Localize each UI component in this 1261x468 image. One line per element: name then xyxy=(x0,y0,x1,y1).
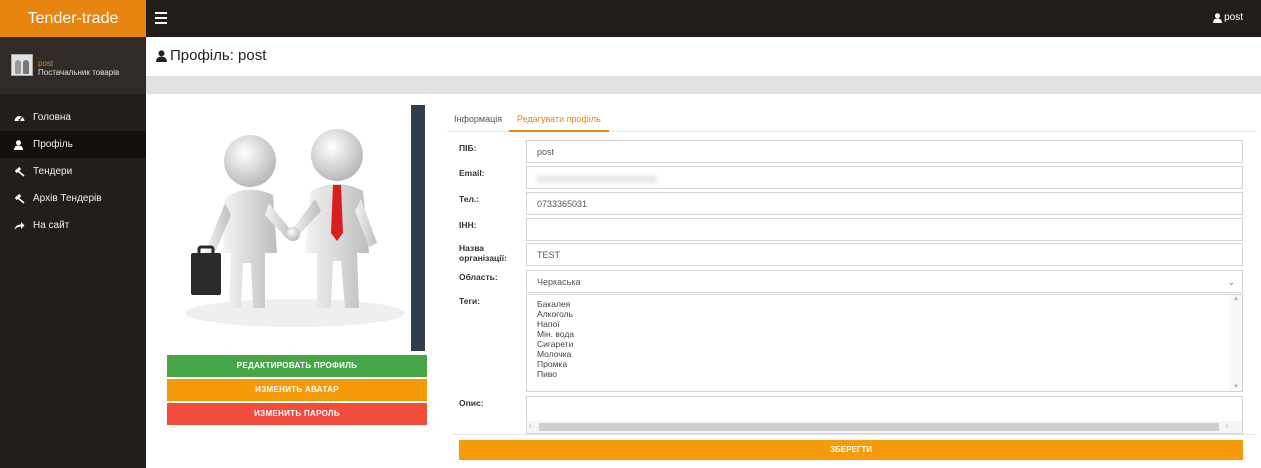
save-button[interactable]: ЗБЕРЕГТИ xyxy=(459,440,1243,460)
sidebar-user-name: post xyxy=(38,59,54,68)
dashboard-icon xyxy=(14,113,26,123)
tag-option[interactable]: Пиво xyxy=(537,369,1242,379)
sidebar-user-role: Постачальник товарів xyxy=(38,68,120,77)
tags-multiselect[interactable]: Бакалея Алкоголь Напої Мін. вода Сигарет… xyxy=(526,294,1243,392)
scrollbar-thumb[interactable] xyxy=(539,423,1219,431)
profile-tabs: Інформація Редагувати профіль xyxy=(447,110,1257,132)
user-icon xyxy=(156,49,167,62)
edit-profile-button[interactable]: РЕДАКТИРОВАТЬ ПРОФИЛЬ xyxy=(167,355,427,377)
sidebar-item-label: Головна xyxy=(33,112,71,123)
tag-option[interactable]: Напої xyxy=(537,319,1242,329)
gavel-icon xyxy=(14,193,26,204)
page-header: Профіль: post xyxy=(146,37,1261,76)
inn-label: ІНН: xyxy=(459,220,477,230)
tag-option[interactable]: Мін. вода xyxy=(537,329,1242,339)
scroll-left-icon[interactable]: ‹ xyxy=(529,421,532,430)
tag-option[interactable]: Алкоголь xyxy=(537,309,1242,319)
top-user-name: post xyxy=(1224,12,1243,23)
tag-option[interactable]: Бакалея xyxy=(537,299,1242,309)
scroll-right-icon[interactable]: › xyxy=(1225,421,1228,430)
share-arrow-icon xyxy=(14,221,26,231)
scroll-up-icon[interactable]: ▲ xyxy=(1233,296,1239,302)
org-name-field[interactable]: TEST xyxy=(526,243,1243,266)
tags-scrollbar[interactable]: ▲ ▼ xyxy=(1230,295,1242,391)
top-bar: Tender-trade post xyxy=(0,0,1261,37)
tel-label: Тел.: xyxy=(459,194,480,204)
sidebar-item-profile[interactable]: Профіль xyxy=(0,131,146,158)
tab-edit-profile[interactable]: Редагувати профіль xyxy=(509,110,609,132)
chevron-down-icon: ⌄ xyxy=(1227,277,1235,287)
description-scrollbar[interactable]: ‹ › xyxy=(527,421,1242,433)
description-textarea[interactable]: ‹ › xyxy=(526,396,1243,434)
oblast-select[interactable]: Черкаська ⌄ xyxy=(526,270,1243,293)
tag-option[interactable]: Молочка xyxy=(537,349,1242,359)
tab-information[interactable]: Інформація xyxy=(454,110,502,132)
menu-toggle-icon[interactable] xyxy=(155,12,167,24)
user-icon xyxy=(1213,12,1223,23)
scroll-down-icon[interactable]: ▼ xyxy=(1233,384,1239,390)
sidebar-item-to-site[interactable]: На сайт xyxy=(0,212,146,239)
form-divider xyxy=(452,434,1257,435)
sidebar-item-tender-archive[interactable]: Архів Тендерів xyxy=(0,185,146,212)
gavel-icon xyxy=(14,166,26,177)
avatar-frame-bar xyxy=(411,105,425,351)
user-icon xyxy=(14,139,26,150)
page-title: Профіль: post xyxy=(156,47,266,64)
tel-field[interactable]: 0733365031 xyxy=(526,192,1243,215)
avatar xyxy=(11,54,33,76)
change-avatar-button[interactable]: ИЗМЕНИТЬ АВАТАР xyxy=(167,379,427,401)
sidebar-nav: Головна Профіль Тендери Архів Тендерів Н… xyxy=(0,104,146,239)
sidebar-item-label: Архів Тендерів xyxy=(33,193,102,204)
sidebar-item-home[interactable]: Головна xyxy=(0,104,146,131)
top-user-menu[interactable]: post xyxy=(1213,12,1243,23)
pib-field[interactable]: post xyxy=(526,140,1243,163)
page-title-text: Профіль: post xyxy=(170,47,267,64)
email-redacted xyxy=(537,175,657,183)
oblast-label: Область: xyxy=(459,272,498,282)
change-password-button[interactable]: ИЗМЕНИТЬ ПАРОЛЬ xyxy=(167,403,427,425)
header-divider-band xyxy=(146,76,1261,94)
sidebar-item-label: На сайт xyxy=(33,220,70,231)
tag-option[interactable]: Промка xyxy=(537,359,1242,369)
oblast-selected-value: Черкаська xyxy=(537,277,581,287)
email-label: Email: xyxy=(459,168,485,178)
sidebar-item-tenders[interactable]: Тендери xyxy=(0,158,146,185)
sidebar-item-label: Профіль xyxy=(33,139,73,150)
description-label: Опис: xyxy=(459,398,484,408)
sidebar-profile: post Постачальник товарів xyxy=(0,37,146,94)
org-name-label: Назва організації: xyxy=(459,243,507,263)
email-field[interactable] xyxy=(526,166,1243,189)
sidebar-item-label: Тендери xyxy=(33,166,73,177)
profile-avatar-image xyxy=(185,129,405,327)
pib-label: ПІБ: xyxy=(459,143,477,153)
tags-label: Теги: xyxy=(459,296,481,306)
brand-logo[interactable]: Tender-trade xyxy=(0,0,146,37)
tag-option[interactable]: Сигарети xyxy=(537,339,1242,349)
sidebar: post Постачальник товарів Головна Профіл… xyxy=(0,37,146,468)
inn-field[interactable] xyxy=(526,218,1243,241)
